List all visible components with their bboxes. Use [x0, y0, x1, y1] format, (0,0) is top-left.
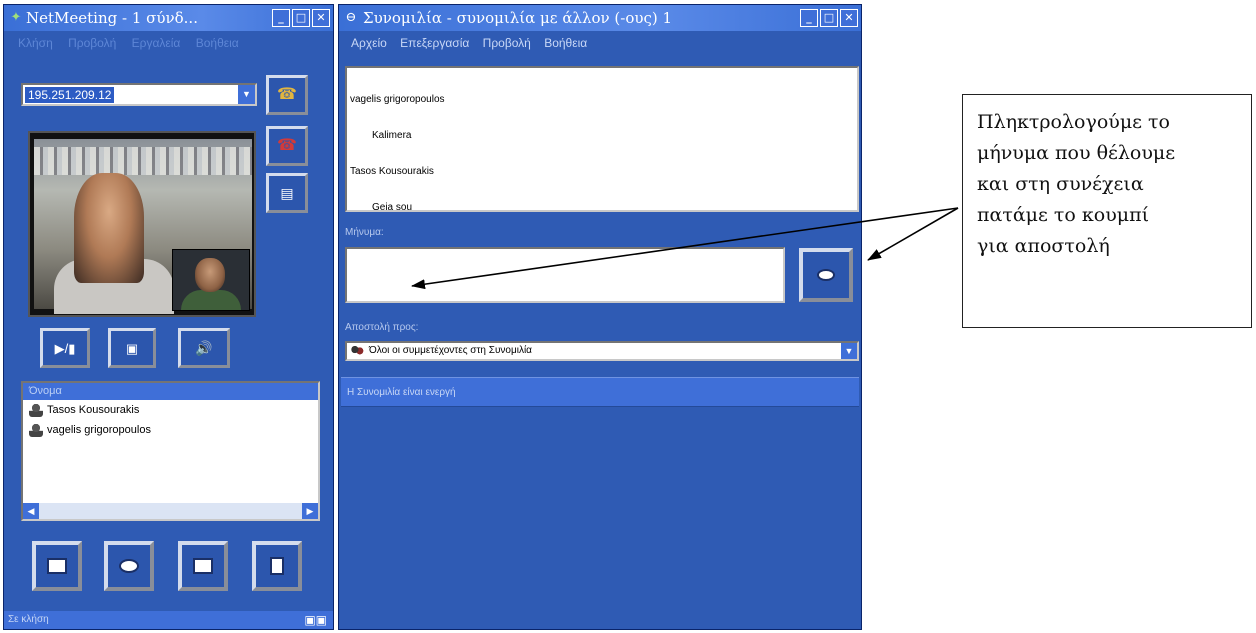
menu-file[interactable]: Αρχείο: [351, 36, 387, 50]
menu-help[interactable]: Βοήθεια: [196, 36, 239, 50]
list-item[interactable]: vagelis grigoropoulos: [23, 420, 318, 440]
scroll-left-icon[interactable]: ◀: [23, 503, 39, 519]
callout-text: Πληκτρολογούμε το μήνυμα που θέλουμε και…: [977, 111, 1176, 257]
chat-sender: vagelis grigoropoulos: [350, 94, 445, 105]
close-button[interactable]: ✕: [312, 9, 330, 27]
audio-button[interactable]: 🔊: [178, 328, 230, 368]
chat-message: Geia sou: [372, 202, 413, 213]
send-icon: [817, 269, 835, 281]
chat-titlebar[interactable]: ⊖ Συνομιλία - συνομιλία με άλλον (-ους) …: [339, 5, 861, 31]
chat-app-icon: ⊖: [345, 10, 357, 25]
chat-button[interactable]: [104, 541, 154, 591]
sendto-select[interactable]: Όλοι οι συμμετέχοντες στη Συνομιλία ▼: [345, 341, 859, 361]
close-button[interactable]: ✕: [840, 9, 858, 27]
participant-list-header[interactable]: Όνομα: [23, 383, 318, 400]
netmeeting-title: NetMeeting - 1 σύνδ...: [26, 9, 198, 27]
netmeeting-app-icon: ✦: [10, 10, 22, 25]
maximize-button[interactable]: □: [820, 9, 838, 27]
address-combo[interactable]: 195.251.209.12 ▼: [21, 83, 257, 106]
whiteboard-icon: [193, 558, 213, 574]
chevron-down-icon[interactable]: ▼: [238, 85, 255, 104]
sendto-value: Όλοι οι συμμετέχοντες στη Συνομιλία: [369, 345, 532, 356]
status-bar: Σε κλήση ▣▣: [4, 611, 333, 629]
minimize-button[interactable]: _: [800, 9, 818, 27]
chevron-down-icon[interactable]: ▼: [841, 343, 857, 359]
file-transfer-button[interactable]: [252, 541, 302, 591]
scroll-right-icon[interactable]: ▶: [302, 503, 318, 519]
minimize-button[interactable]: _: [272, 9, 290, 27]
horizontal-scrollbar[interactable]: ◀ ▶: [23, 503, 318, 519]
directory-button[interactable]: ▤: [266, 173, 308, 213]
local-video-preview: [172, 249, 250, 311]
phone-icon: ☎: [277, 86, 297, 103]
netmeeting-titlebar[interactable]: ✦ NetMeeting - 1 σύνδ... _ □ ✕: [4, 5, 333, 31]
menu-edit[interactable]: Επεξεργασία: [400, 36, 469, 50]
menu-view[interactable]: Προβολή: [68, 36, 116, 50]
chat-message: Kalimera: [372, 130, 412, 141]
place-call-button[interactable]: ☎: [266, 75, 308, 115]
play-video-icon: ▶/▮: [54, 340, 76, 356]
menu-call[interactable]: Κλήση: [18, 36, 53, 50]
chat-history[interactable]: vagelis grigoropoulos Kalimera Tasos Kou…: [345, 66, 859, 213]
maximize-button[interactable]: □: [292, 9, 310, 27]
address-value: 195.251.209.12: [25, 87, 115, 103]
picture-in-picture-button[interactable]: ▣: [108, 328, 156, 368]
chat-sender: Tasos Kousourakis: [350, 166, 434, 177]
menu-view[interactable]: Προβολή: [483, 36, 531, 50]
send-message-button[interactable]: [799, 248, 853, 302]
menu-help[interactable]: Βοήθεια: [544, 36, 587, 50]
end-call-button[interactable]: ☎: [266, 126, 308, 166]
chat-window: ⊖ Συνομιλία - συνομιλία με άλλον (-ους) …: [338, 4, 862, 630]
file-icon: [270, 557, 284, 575]
call-status: Σε κλήση: [8, 614, 49, 625]
speaker-icon: 🔊: [195, 340, 213, 356]
start-video-button[interactable]: ▶/▮: [40, 328, 90, 368]
network-icon: ▣▣: [304, 613, 327, 627]
share-program-button[interactable]: [32, 541, 82, 591]
message-input[interactable]: [345, 247, 785, 303]
chat-status: Η Συνομιλία είναι ενεργή: [347, 387, 456, 398]
directory-icon: ▤: [280, 185, 294, 201]
netmeeting-menubar: Κλήση Προβολή Εργαλεία Βοήθεια: [4, 33, 333, 53]
menu-tools[interactable]: Εργαλεία: [132, 36, 181, 50]
chat-status-bar: Η Συνομιλία είναι ενεργή: [341, 377, 859, 407]
arrow-to-send-button: [867, 207, 959, 261]
whiteboard-button[interactable]: [178, 541, 228, 591]
pip-icon: ▣: [125, 340, 139, 356]
sendto-label: Αποστολή προς:: [345, 322, 419, 333]
person-icon: [29, 403, 43, 417]
share-icon: [47, 558, 67, 574]
chat-icon: [119, 559, 139, 573]
group-icon: [350, 345, 364, 358]
video-window: [28, 131, 256, 317]
person-icon: [29, 423, 43, 437]
list-item[interactable]: Tasos Kousourakis: [23, 400, 318, 420]
chat-menubar: Αρχείο Επεξεργασία Προβολή Βοήθεια: [339, 33, 861, 53]
chat-title: Συνομιλία - συνομιλία με άλλον (-ους) 1: [363, 9, 673, 27]
netmeeting-window: ✦ NetMeeting - 1 σύνδ... _ □ ✕ Κλήση Προ…: [3, 4, 334, 630]
message-label: Μήνυμα:: [345, 227, 384, 238]
hangup-icon: ☎: [277, 137, 297, 154]
participant-list[interactable]: Όνομα Tasos Kousourakis vagelis grigorop…: [21, 381, 320, 521]
annotation-callout: Πληκτρολογούμε το μήνυμα που θέλουμε και…: [962, 94, 1252, 328]
